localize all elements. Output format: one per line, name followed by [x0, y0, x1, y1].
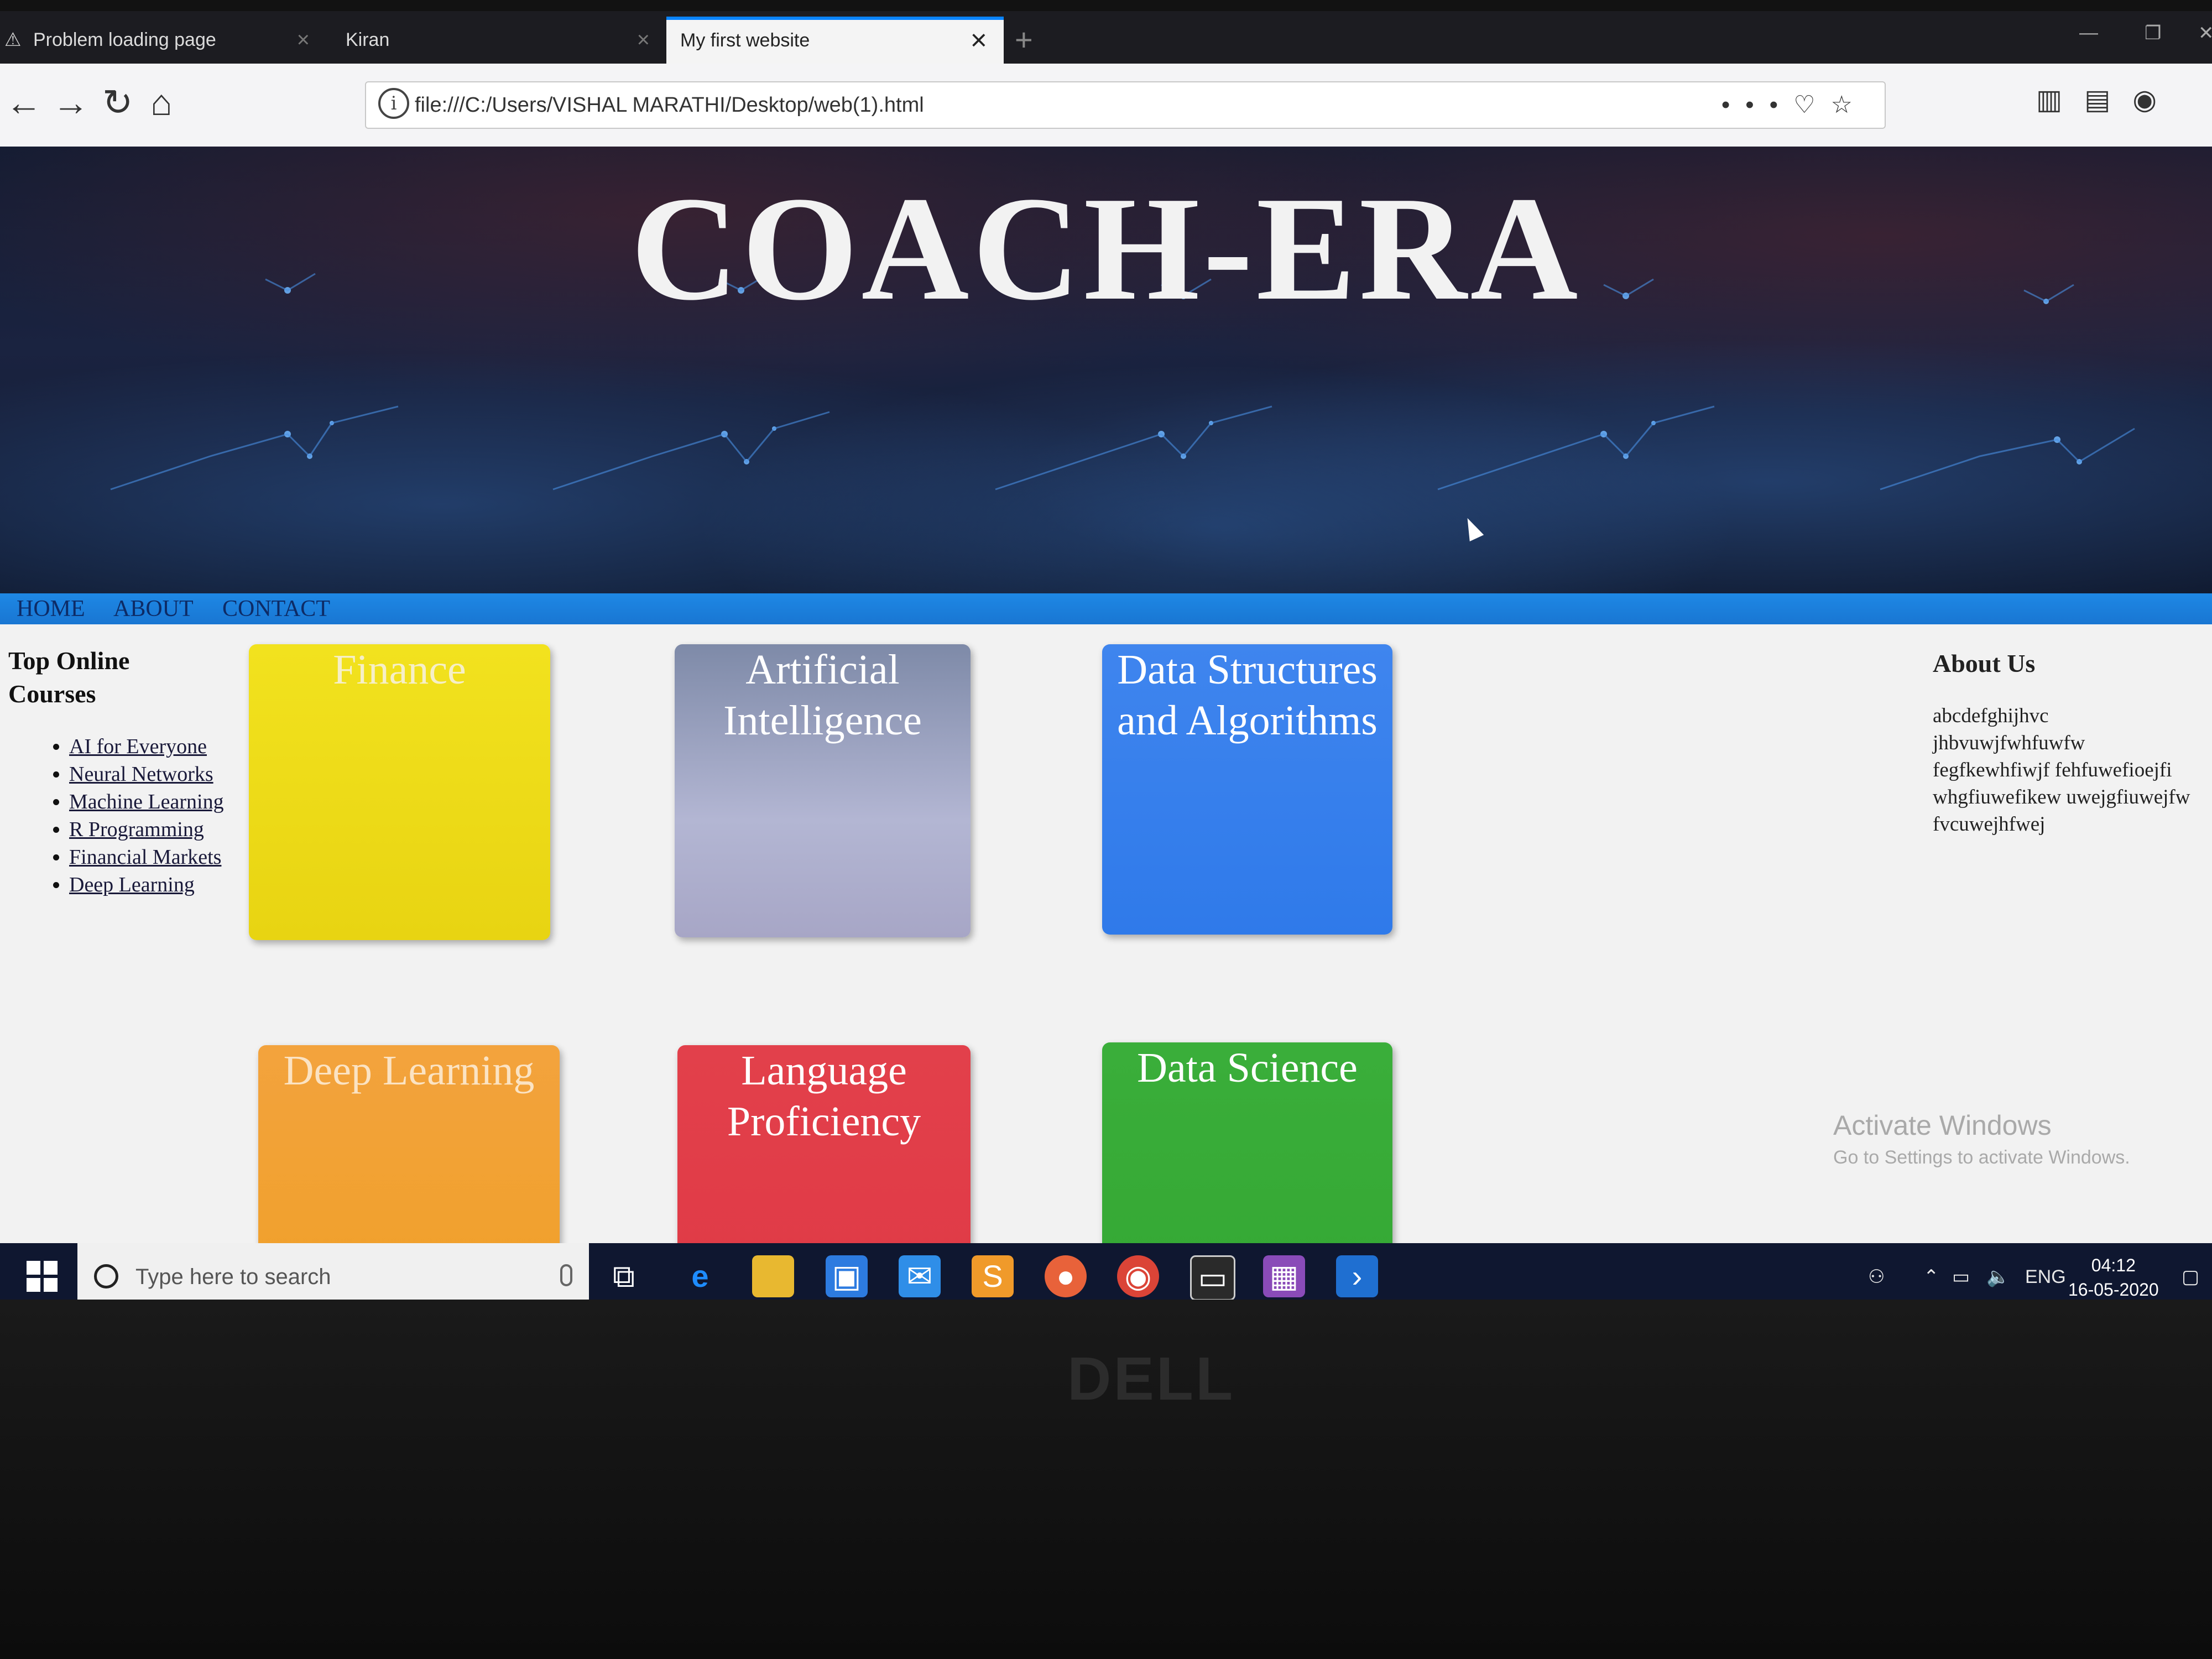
toolbar-icons: ▥▤◉: [2036, 84, 2179, 116]
course-link[interactable]: AI for Everyone: [69, 735, 207, 758]
store-icon[interactable]: ▣: [826, 1255, 868, 1297]
top-courses-sidebar: Top Online Courses AI for Everyone Neural…: [8, 644, 246, 899]
course-card-data-structures[interactable]: Data Structures and Algorithms: [1102, 644, 1392, 935]
cortana-icon: [94, 1264, 118, 1288]
clock-time: 04:12: [2091, 1255, 2136, 1275]
course-link[interactable]: Machine Learning: [69, 790, 224, 813]
card-title: Artificial Intelligence: [723, 646, 922, 744]
task-view-icon[interactable]: ⧉: [603, 1255, 645, 1297]
about-us-section: About Us abcdefghijhvc jhbvuwjfwhfuwfw f…: [1933, 647, 2198, 838]
sublime-text-icon[interactable]: S: [972, 1255, 1014, 1297]
watermark-title: Activate Windows: [1833, 1110, 2052, 1141]
list-item: Machine Learning: [69, 788, 246, 816]
browser-toolbar: ← → ↻ ⌂ i file:///C:/Users/VISHAL MARATH…: [0, 64, 2212, 148]
powershell-icon[interactable]: ›: [1336, 1255, 1378, 1297]
more-icon[interactable]: •••: [1721, 91, 1793, 118]
restore-icon[interactable]: ❐: [2145, 22, 2161, 44]
list-item: Financial Markets: [69, 843, 246, 871]
card-title: Deep Learning: [283, 1047, 535, 1094]
tab-kiran[interactable]: Kiran ×: [312, 17, 666, 64]
course-link[interactable]: R Programming: [69, 818, 204, 841]
minimize-icon[interactable]: —: [2079, 22, 2098, 44]
course-card-artificial-intelligence[interactable]: Artificial Intelligence: [675, 644, 971, 937]
sidebar-heading: Top Online Courses: [8, 644, 246, 711]
site-title: COACH-ERA: [630, 166, 1582, 331]
taskbar-search-box[interactable]: Type here to search: [77, 1243, 589, 1300]
main-menu: HOME ABOUT CONTACT: [0, 593, 2212, 624]
clock-date: 16-05-2020: [2068, 1280, 2159, 1300]
pocket-icon[interactable]: ♡: [1793, 91, 1830, 118]
volume-icon[interactable]: 🔈: [1986, 1243, 2010, 1300]
close-icon[interactable]: ×: [637, 17, 650, 64]
about-text: abcdefghijhvc jhbvuwjfwhfuwfw fegfkewhfi…: [1933, 705, 2190, 836]
taskbar: Type here to search ⧉ e ▣ ✉ S ● ◉ ▭ ▦ › …: [0, 1243, 2212, 1300]
search-placeholder: Type here to search: [135, 1265, 331, 1289]
account-icon[interactable]: ◉: [2132, 84, 2179, 115]
card-title: Data Structures and Algorithms: [1117, 646, 1378, 744]
library-icon[interactable]: ▥: [2036, 84, 2084, 115]
course-link-list: AI for Everyone Neural Networks Machine …: [8, 733, 246, 899]
tab-label: Problem loading page: [33, 29, 216, 50]
battery-icon[interactable]: ▭: [1952, 1243, 1970, 1300]
reload-icon[interactable]: ↻: [102, 80, 133, 124]
url-text[interactable]: file:///C:/Users/VISHAL MARATHI/Desktop/…: [415, 82, 924, 128]
about-heading: About Us: [1933, 649, 2036, 677]
screen: ⚠ Problem loading page × Kiran × My firs…: [0, 11, 2212, 1300]
web-page: COACH-ERA HOME ABOUT CONTACT Top Online C…: [0, 147, 2212, 1300]
sidebar-icon[interactable]: ▤: [2084, 84, 2132, 115]
course-link[interactable]: Neural Networks: [69, 763, 213, 786]
tab-label: My first website: [680, 30, 810, 51]
tab-problem-loading[interactable]: ⚠ Problem loading page ×: [0, 17, 326, 64]
edge-browser-icon[interactable]: e: [679, 1255, 721, 1297]
microphone-icon[interactable]: [560, 1264, 572, 1286]
list-item: Deep Learning: [69, 871, 246, 899]
chrome-icon[interactable]: ◉: [1117, 1255, 1159, 1297]
system-clock[interactable]: 04:12 16-05-2020: [2068, 1253, 2159, 1300]
tab-label: Kiran: [346, 29, 390, 50]
forward-arrow-icon[interactable]: →: [53, 80, 89, 124]
menu-about-link[interactable]: ABOUT: [113, 593, 194, 624]
bookmark-star-icon[interactable]: ☆: [1831, 91, 1868, 118]
winrar-icon[interactable]: ▦: [1263, 1255, 1305, 1297]
list-item: Neural Networks: [69, 760, 246, 788]
terminal-icon[interactable]: ▭: [1190, 1255, 1235, 1300]
activate-windows-watermark: Activate Windows Go to Settings to activ…: [1833, 1109, 2130, 1170]
windows-start-icon[interactable]: [27, 1261, 58, 1292]
chevron-up-icon[interactable]: ⌃: [1923, 1243, 1939, 1300]
browser-tab-bar: ⚠ Problem loading page × Kiran × My firs…: [0, 11, 2212, 64]
warning-icon: ⚠: [4, 29, 22, 50]
list-item: AI for Everyone: [69, 733, 246, 760]
dell-logo: DELL: [1067, 1345, 1235, 1413]
menu-contact-link[interactable]: CONTACT: [222, 593, 330, 624]
tab-my-first-website[interactable]: My first website ×: [666, 17, 1004, 64]
close-window-icon[interactable]: ✕: [2198, 22, 2212, 44]
close-icon[interactable]: ×: [971, 20, 987, 61]
list-item: R Programming: [69, 816, 246, 843]
card-title: Data Science: [1137, 1045, 1358, 1091]
home-icon[interactable]: ⌂: [150, 80, 173, 124]
sidebar-heading-line1: Top Online: [8, 646, 130, 675]
new-tab-icon[interactable]: +: [1015, 18, 1033, 62]
language-indicator[interactable]: ENG: [2025, 1243, 2066, 1300]
info-icon[interactable]: i: [378, 88, 409, 119]
card-title: Finance: [333, 646, 466, 693]
course-link[interactable]: Financial Markets: [69, 846, 221, 869]
close-icon[interactable]: ×: [297, 17, 310, 64]
people-icon[interactable]: ⚇: [1868, 1243, 1885, 1300]
course-link[interactable]: Deep Learning: [69, 873, 195, 896]
notifications-icon[interactable]: ▢: [2182, 1243, 2199, 1300]
back-arrow-icon[interactable]: ←: [6, 80, 42, 124]
sidebar-heading-line2: Courses: [8, 680, 96, 708]
watermark-subtitle: Go to Settings to activate Windows.: [1833, 1147, 2130, 1168]
file-explorer-icon[interactable]: [752, 1255, 794, 1297]
firefox-icon[interactable]: ●: [1045, 1255, 1087, 1297]
url-bar[interactable]: i file:///C:/Users/VISHAL MARATHI/Deskto…: [365, 81, 1886, 129]
url-actions: •••♡☆: [1721, 82, 1868, 128]
menu-home-link[interactable]: HOME: [17, 593, 85, 624]
course-card-finance[interactable]: Finance: [249, 644, 550, 940]
header-banner: COACH-ERA: [0, 147, 2212, 593]
card-title: Language Proficiency: [727, 1047, 921, 1145]
laptop-bezel: DELL: [0, 1300, 2212, 1659]
mail-icon[interactable]: ✉: [899, 1255, 941, 1297]
